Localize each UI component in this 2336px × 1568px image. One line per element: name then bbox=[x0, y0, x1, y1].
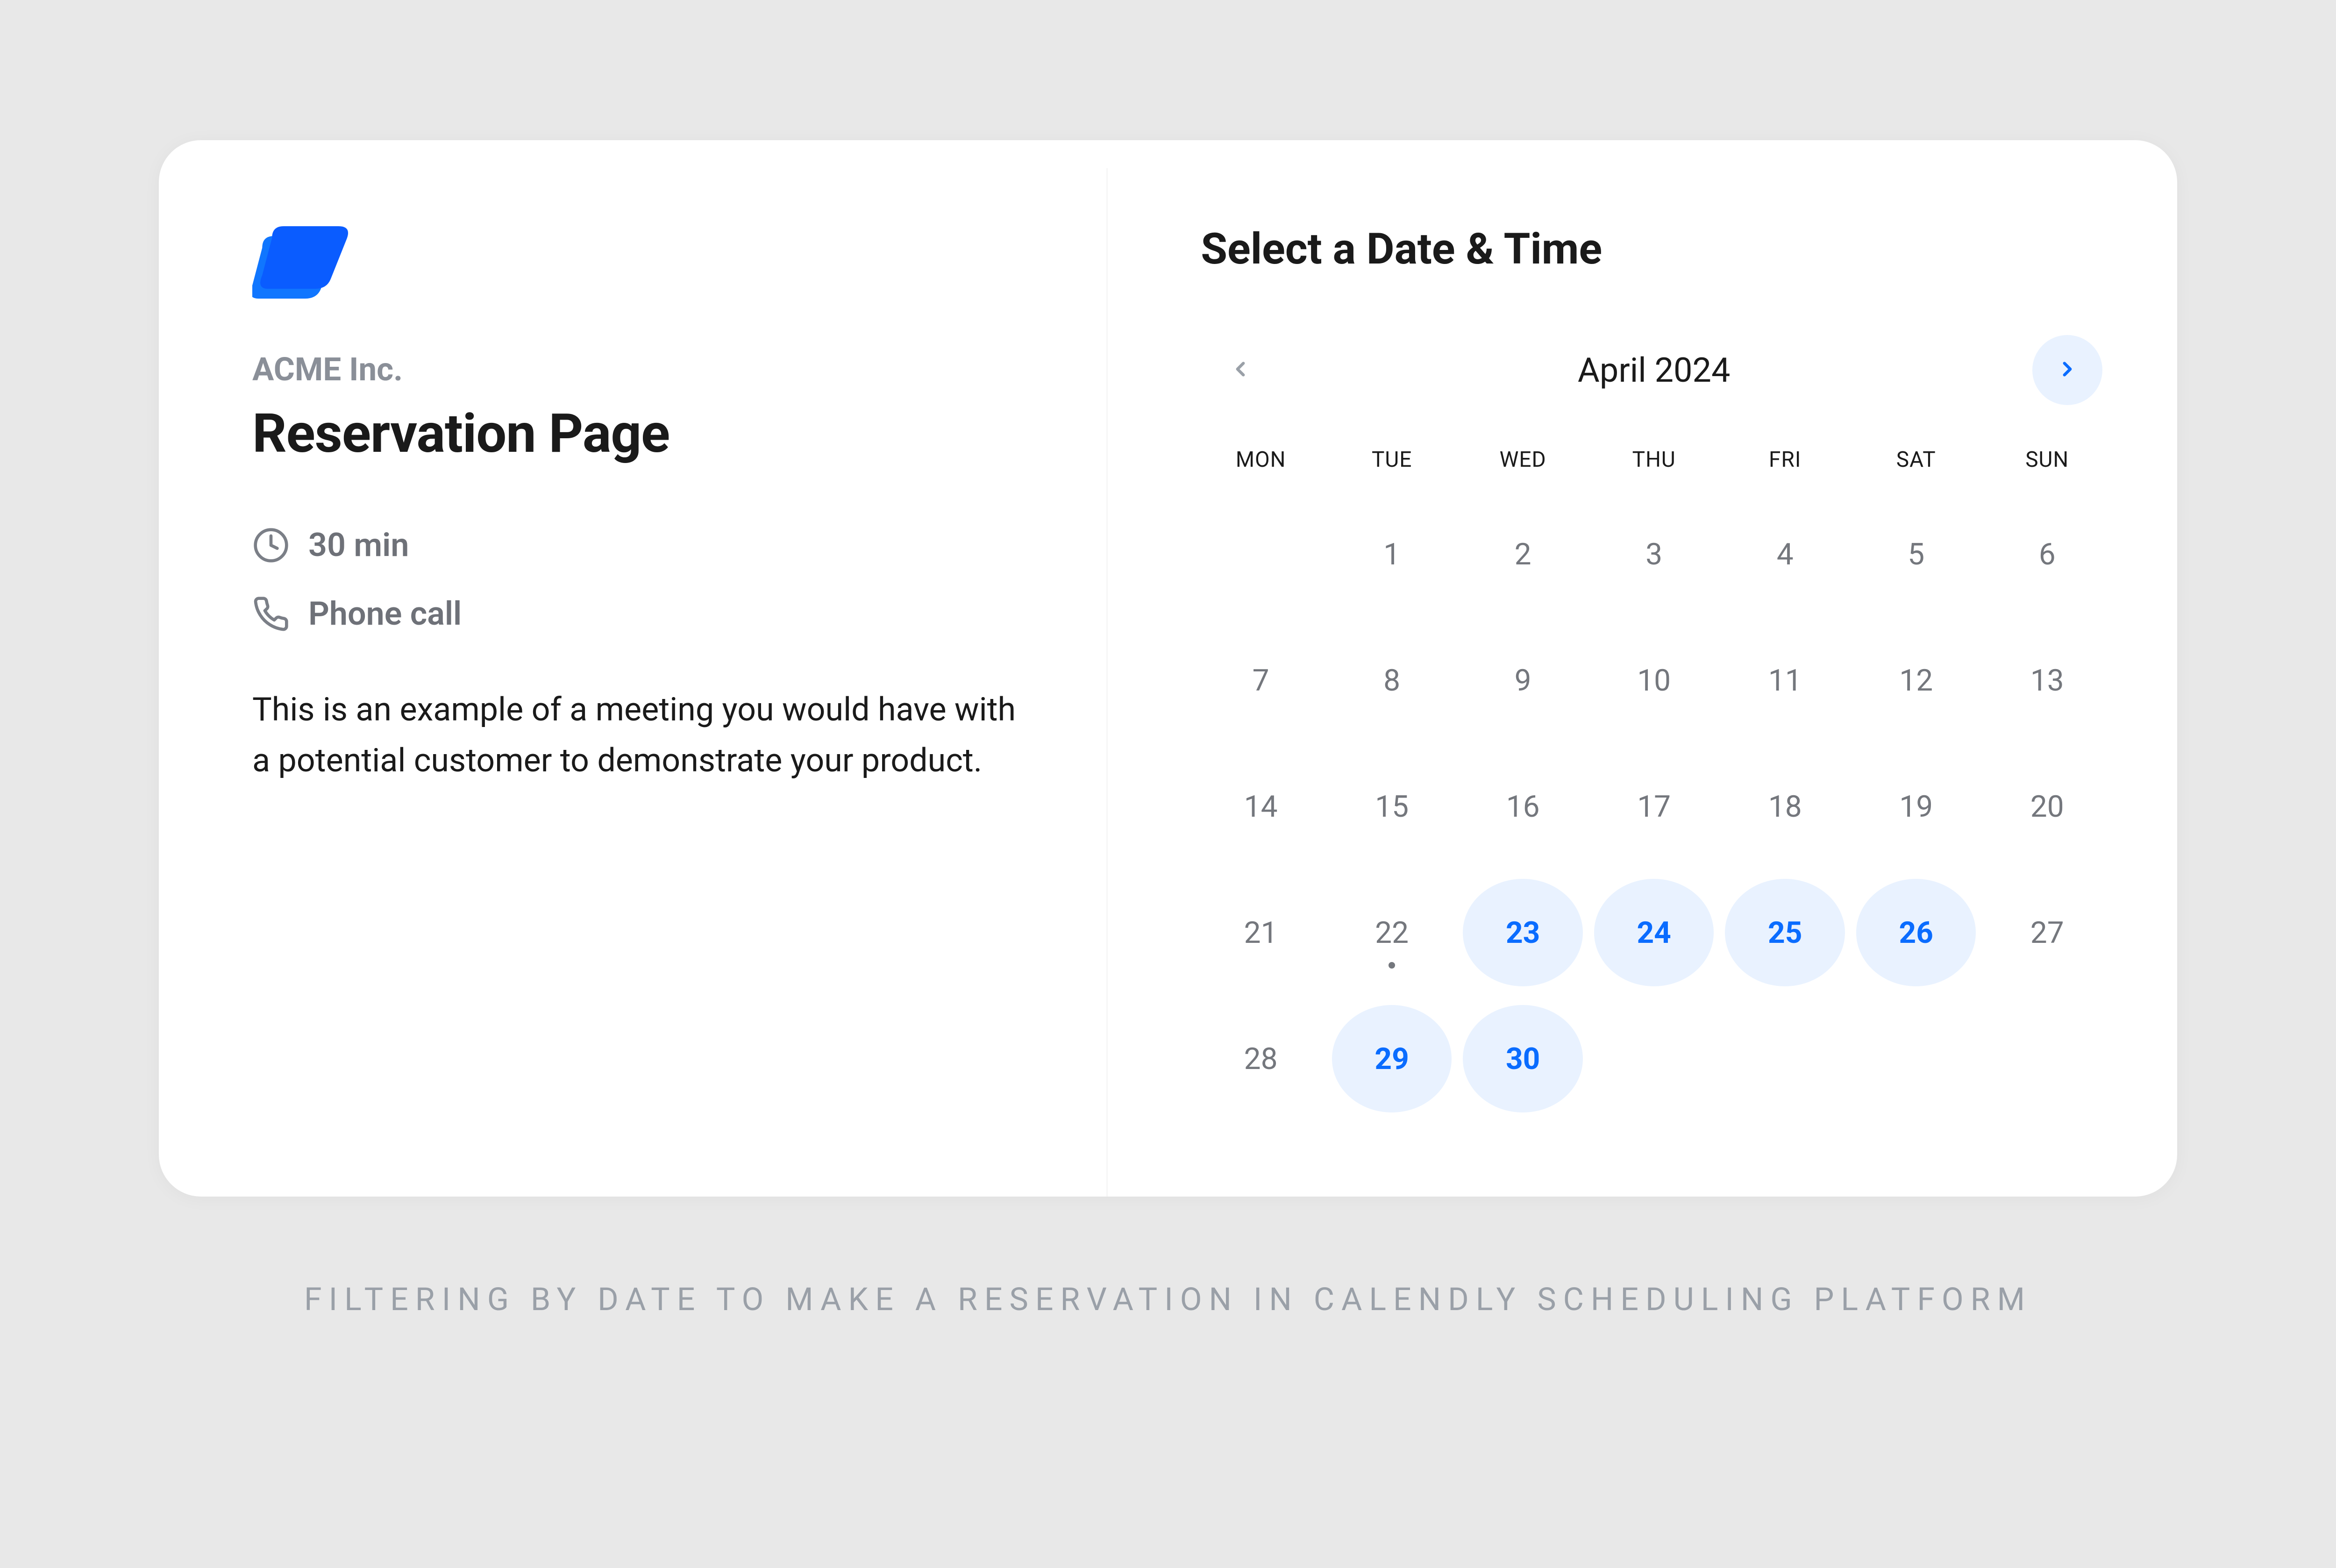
location-row: Phone call bbox=[252, 595, 1033, 633]
day-header: FRI bbox=[1725, 447, 1845, 500]
day-22: 22 bbox=[1332, 879, 1452, 986]
day-11: 11 bbox=[1725, 627, 1845, 734]
next-month-button[interactable] bbox=[2032, 335, 2102, 405]
month-nav: April 2024 bbox=[1201, 335, 2107, 405]
org-name: ACME Inc. bbox=[252, 350, 1033, 388]
day-29[interactable]: 29 bbox=[1332, 1005, 1452, 1112]
chevron-right-icon bbox=[2056, 357, 2079, 383]
calendar-grid: 1234567891011121314151617181920212223242… bbox=[1201, 500, 2107, 1112]
day-21: 21 bbox=[1201, 879, 1321, 986]
day-26[interactable]: 26 bbox=[1856, 879, 1976, 986]
day-23[interactable]: 23 bbox=[1463, 879, 1583, 986]
day-15: 15 bbox=[1332, 753, 1452, 860]
duration-text: 30 min bbox=[308, 526, 409, 564]
day-empty bbox=[1856, 1005, 1976, 1112]
day-header: MON bbox=[1201, 447, 1321, 500]
day-empty bbox=[1594, 1005, 1714, 1112]
day-28: 28 bbox=[1201, 1005, 1321, 1112]
day-empty bbox=[1725, 1005, 1845, 1112]
calendar-week: 123456 bbox=[1201, 500, 2107, 608]
calendar-heading: Select a Date & Time bbox=[1201, 224, 2107, 274]
day-16: 16 bbox=[1463, 753, 1583, 860]
day-5: 5 bbox=[1856, 500, 1976, 608]
day-empty bbox=[1987, 1005, 2107, 1112]
day-18: 18 bbox=[1725, 753, 1845, 860]
month-label: April 2024 bbox=[1578, 350, 1731, 390]
day-header-row: MON TUE WED THU FRI SAT SUN bbox=[1201, 447, 2107, 500]
figure-caption: FILTERING BY DATE TO MAKE A RESERVATION … bbox=[159, 1281, 2177, 1318]
day-14: 14 bbox=[1201, 753, 1321, 860]
scheduling-card: ACME Inc. Reservation Page 30 min Phone … bbox=[159, 140, 2177, 1197]
day-10: 10 bbox=[1594, 627, 1714, 734]
event-title: Reservation Page bbox=[252, 402, 1033, 465]
day-24[interactable]: 24 bbox=[1594, 879, 1714, 986]
day-7: 7 bbox=[1201, 627, 1321, 734]
event-panel: ACME Inc. Reservation Page 30 min Phone … bbox=[159, 140, 1107, 1197]
day-25[interactable]: 25 bbox=[1725, 879, 1845, 986]
calendar-week: 21222324252627 bbox=[1201, 879, 2107, 986]
calendar-week: 78910111213 bbox=[1201, 627, 2107, 734]
day-4: 4 bbox=[1725, 500, 1845, 608]
duration-row: 30 min bbox=[252, 526, 1033, 564]
day-2: 2 bbox=[1463, 500, 1583, 608]
chevron-left-icon bbox=[1229, 357, 1252, 383]
day-3: 3 bbox=[1594, 500, 1714, 608]
calendar-week: 282930 bbox=[1201, 1005, 2107, 1112]
calendar-week: 14151617181920 bbox=[1201, 753, 2107, 860]
location-text: Phone call bbox=[308, 595, 462, 633]
day-8: 8 bbox=[1332, 627, 1452, 734]
clock-icon bbox=[252, 527, 290, 564]
org-logo bbox=[252, 224, 350, 308]
calendar-panel: Select a Date & Time April 2024 MON TUE … bbox=[1107, 140, 2177, 1197]
day-header: SUN bbox=[1987, 447, 2107, 500]
day-header: THU bbox=[1594, 447, 1714, 500]
day-header: TUE bbox=[1332, 447, 1452, 500]
day-20: 20 bbox=[1987, 753, 2107, 860]
day-19: 19 bbox=[1856, 753, 1976, 860]
phone-icon bbox=[252, 595, 290, 633]
day-header: WED bbox=[1463, 447, 1583, 500]
day-empty bbox=[1201, 500, 1321, 608]
day-27: 27 bbox=[1987, 879, 2107, 986]
day-30[interactable]: 30 bbox=[1463, 1005, 1583, 1112]
prev-month-button[interactable] bbox=[1205, 335, 1275, 405]
day-1: 1 bbox=[1332, 500, 1452, 608]
event-description: This is an example of a meeting you woul… bbox=[252, 684, 1033, 786]
day-9: 9 bbox=[1463, 627, 1583, 734]
day-12: 12 bbox=[1856, 627, 1976, 734]
day-header: SAT bbox=[1856, 447, 1976, 500]
day-17: 17 bbox=[1594, 753, 1714, 860]
day-13: 13 bbox=[1987, 627, 2107, 734]
day-6: 6 bbox=[1987, 500, 2107, 608]
